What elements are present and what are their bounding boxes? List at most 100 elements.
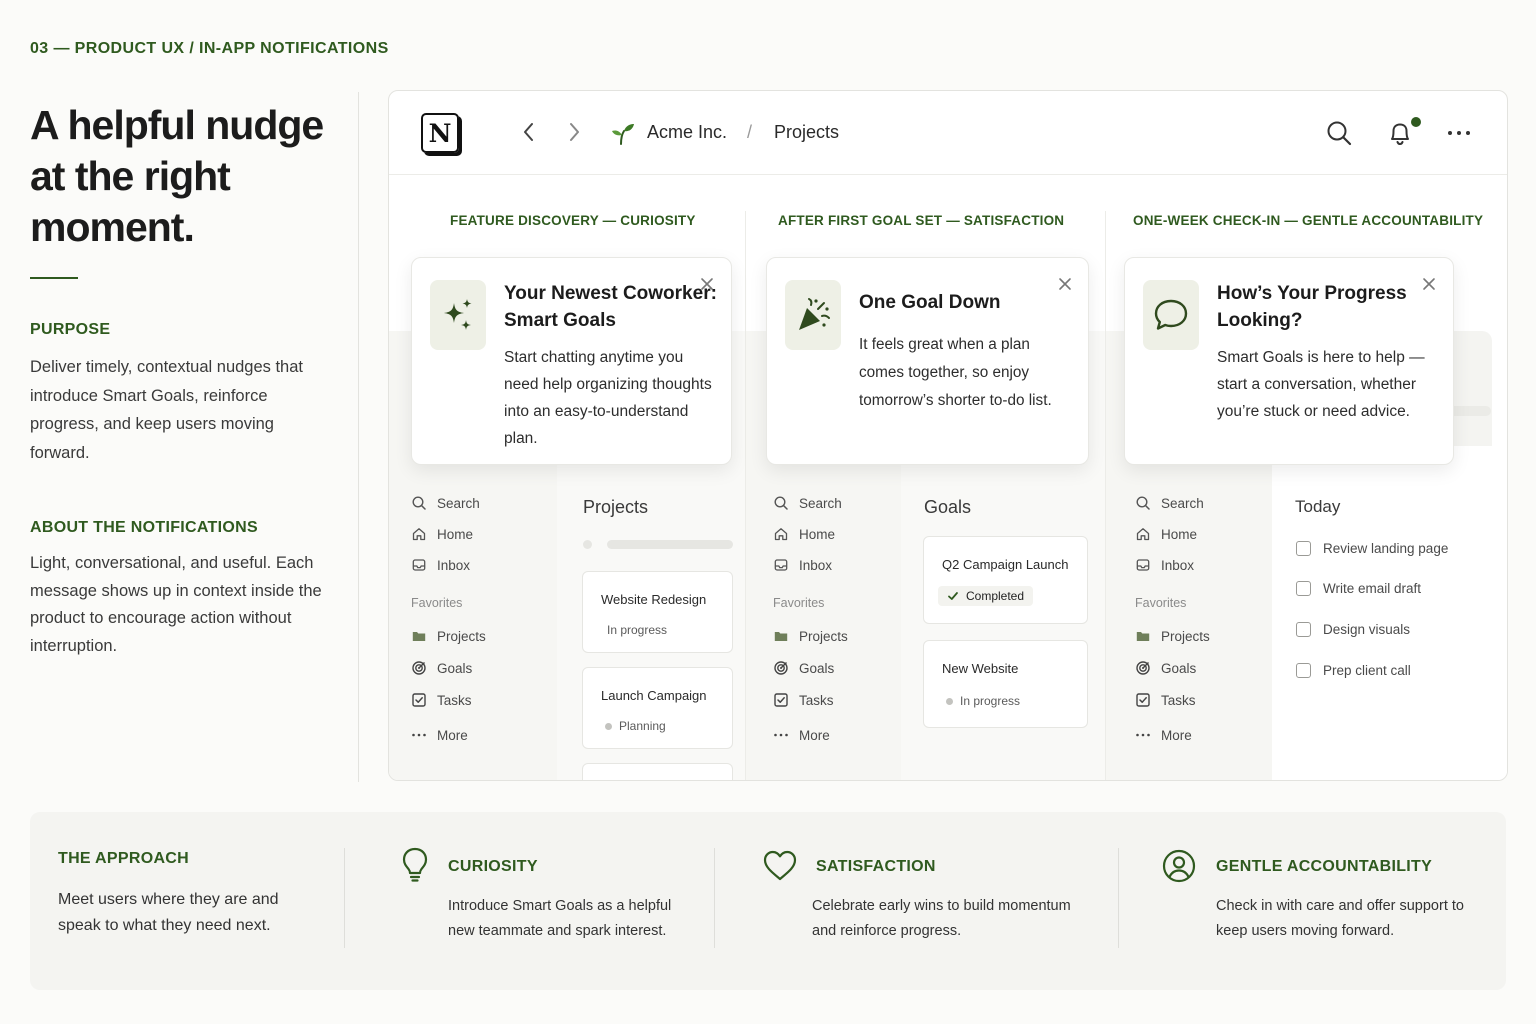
forward-arrow-icon[interactable] bbox=[562, 119, 586, 145]
todo-label: Prep client call bbox=[1323, 663, 1411, 678]
sidebar-search[interactable]: Search bbox=[1135, 495, 1204, 511]
sidebar-home[interactable]: Home bbox=[411, 526, 473, 542]
skeleton-dot bbox=[583, 540, 592, 549]
close-icon[interactable] bbox=[1057, 276, 1073, 292]
sidebar-projects[interactable]: Projects bbox=[1135, 628, 1210, 644]
close-icon[interactable] bbox=[699, 276, 715, 292]
sidebar-more[interactable]: More bbox=[1135, 727, 1192, 743]
sidebar-inbox[interactable]: Inbox bbox=[1135, 557, 1194, 573]
sidebar-inbox-label: Inbox bbox=[799, 557, 833, 573]
todo-checkbox[interactable] bbox=[1296, 622, 1311, 637]
todo-checkbox[interactable] bbox=[1296, 541, 1311, 556]
close-icon[interactable] bbox=[1421, 276, 1437, 292]
section-divider bbox=[344, 848, 345, 948]
sidebar-home[interactable]: Home bbox=[773, 526, 835, 542]
purpose-heading: PURPOSE bbox=[30, 321, 111, 338]
sidebar-projects[interactable]: Projects bbox=[773, 628, 848, 644]
sidebar-inbox-label: Inbox bbox=[437, 557, 471, 573]
project-card-status-label: Planning bbox=[619, 719, 666, 733]
notification-dot bbox=[1411, 117, 1421, 127]
sidebar-goals-label: Goals bbox=[799, 660, 835, 676]
sidebar-projects[interactable]: Projects bbox=[411, 628, 486, 644]
more-options-icon[interactable] bbox=[1444, 118, 1474, 148]
approach-heading: THE APPROACH bbox=[58, 850, 190, 867]
breadcrumb-workspace[interactable]: Acme Inc. bbox=[647, 122, 727, 143]
notification-card-satisfaction[interactable]: One Goal Down It feels great when a plan… bbox=[766, 257, 1089, 465]
todo-label: Write email draft bbox=[1323, 581, 1422, 596]
sidebar-tasks-label: Tasks bbox=[1161, 692, 1196, 708]
app-window: N Acme Inc. / Projects FEATURE DISCOVERY… bbox=[388, 90, 1508, 781]
headline: A helpful nudge at the right moment. bbox=[30, 102, 324, 250]
target-icon bbox=[1136, 661, 1150, 675]
sidebar-tasks[interactable]: Tasks bbox=[1135, 692, 1196, 708]
notification-icon-tile bbox=[430, 280, 486, 350]
search-icon[interactable] bbox=[1324, 118, 1354, 148]
notion-logo-icon[interactable]: N bbox=[421, 113, 459, 153]
satisfaction-heading: SATISFACTION bbox=[816, 858, 936, 875]
project-card[interactable]: Website Redesign In progress bbox=[582, 571, 733, 653]
checkbox-checked-icon bbox=[1136, 693, 1150, 707]
sidebar-goals[interactable]: Goals bbox=[773, 660, 834, 676]
todo-item[interactable]: Review landing page bbox=[1296, 541, 1448, 556]
panel-title-satisfaction: AFTER FIRST GOAL SET — SATISFACTION bbox=[778, 213, 1065, 228]
project-card-status: Planning bbox=[605, 719, 666, 733]
sidebar-projects-label: Projects bbox=[799, 628, 848, 644]
accent-rule bbox=[30, 277, 78, 279]
sidebar-search-label: Search bbox=[799, 495, 842, 511]
party-popper-icon bbox=[799, 298, 830, 330]
folder-icon bbox=[774, 632, 788, 641]
notification-body: Smart Goals is here to help — start a co… bbox=[1217, 349, 1425, 420]
sidebar-tasks[interactable]: Tasks bbox=[773, 692, 834, 708]
todo-checkbox[interactable] bbox=[1296, 581, 1311, 596]
todo-checkbox[interactable] bbox=[1296, 663, 1311, 678]
section-label: 03 — PRODUCT UX / IN-APP NOTIFICATIONS bbox=[30, 40, 389, 57]
breadcrumb-page[interactable]: Projects bbox=[774, 122, 839, 143]
approach-body: Meet users where they are and speak to w… bbox=[58, 891, 279, 934]
sidebar-more[interactable]: More bbox=[411, 727, 468, 743]
skeleton-bar bbox=[1449, 406, 1491, 416]
todo-label: Design visuals bbox=[1323, 622, 1411, 637]
goal-card[interactable]: Q2 Campaign Launch Completed bbox=[923, 536, 1088, 624]
lightbulb-icon bbox=[402, 847, 428, 882]
goal-card-status: In progress bbox=[946, 694, 1020, 708]
sidebar-home-label: Home bbox=[437, 526, 474, 542]
sidebar-goals[interactable]: Goals bbox=[1135, 660, 1196, 676]
sidebar-inbox[interactable]: Inbox bbox=[411, 557, 470, 573]
sidebar-tasks[interactable]: Tasks bbox=[411, 692, 472, 708]
notification-card-accountability[interactable]: How’s Your Progress Looking? Smart Goals… bbox=[1124, 257, 1454, 465]
sidebar-home[interactable]: Home bbox=[1135, 526, 1197, 542]
folder-icon bbox=[1136, 632, 1150, 641]
main-title-today: Today bbox=[1295, 497, 1341, 516]
about-body: Light, conversational, and useful. Each … bbox=[30, 554, 322, 655]
todo-label: Review landing page bbox=[1323, 541, 1449, 556]
project-card-partial bbox=[582, 763, 733, 780]
ellipsis-icon bbox=[1136, 733, 1150, 737]
sidebar-inbox[interactable]: Inbox bbox=[773, 557, 832, 573]
home-icon bbox=[412, 528, 426, 541]
sidebar-favorites-label: Favorites bbox=[411, 596, 463, 610]
ellipsis-icon bbox=[412, 733, 426, 737]
todo-item[interactable]: Prep client call bbox=[1296, 663, 1411, 678]
skeleton-bar bbox=[607, 540, 733, 549]
sidebar-search[interactable]: Search bbox=[411, 495, 480, 511]
purpose-body: Deliver timely, contextual nudges that i… bbox=[30, 358, 303, 462]
inbox-icon bbox=[1136, 559, 1150, 571]
goal-card-title: Q2 Campaign Launch bbox=[942, 557, 1069, 572]
notification-icon-tile bbox=[1143, 280, 1199, 350]
sidebar-goals[interactable]: Goals bbox=[411, 660, 472, 676]
sidebar-goals-label: Goals bbox=[437, 660, 473, 676]
back-arrow-icon[interactable] bbox=[517, 119, 541, 145]
project-card[interactable]: Launch Campaign Planning bbox=[582, 667, 733, 749]
todo-item[interactable]: Design visuals bbox=[1296, 622, 1410, 637]
sidebar-favorites-label: Favorites bbox=[1135, 596, 1187, 610]
user-circle-icon bbox=[1162, 849, 1196, 883]
notification-card-curiosity[interactable]: Your Newest Coworker: Smart Goals Start … bbox=[411, 257, 732, 465]
todo-item[interactable]: Write email draft bbox=[1296, 581, 1421, 596]
sidebar-search[interactable]: Search bbox=[773, 495, 842, 511]
checkbox-checked-icon bbox=[412, 693, 426, 707]
chat-bubble-icon bbox=[1154, 299, 1188, 330]
sidebar-more[interactable]: More bbox=[773, 727, 830, 743]
target-icon bbox=[412, 661, 426, 675]
goal-card[interactable]: New Website In progress bbox=[923, 640, 1088, 728]
panel-title-accountability: ONE-WEEK CHECK-IN — GENTLE ACCOUNTABILIT… bbox=[1133, 213, 1484, 228]
